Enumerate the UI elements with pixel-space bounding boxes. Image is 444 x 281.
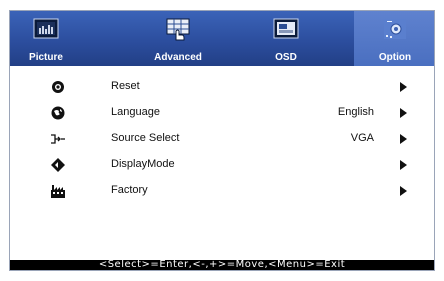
menu-item-source-select[interactable]: Source Select VGA (10, 126, 434, 152)
tab-advanced-label: Advanced (154, 52, 202, 63)
menu-item-reset[interactable]: Reset (10, 74, 434, 100)
chevron-right-icon (400, 82, 407, 92)
advanced-icon (166, 18, 190, 41)
tab-picture-label: Picture (29, 52, 63, 63)
menu-item-language[interactable]: Language English (10, 100, 434, 126)
chevron-right-icon (400, 108, 407, 118)
option-icon (384, 19, 406, 39)
tab-advanced[interactable]: Advanced (132, 11, 224, 66)
tab-bar: Picture Advanced OSD Option (10, 11, 434, 66)
display-mode-icon (51, 158, 65, 172)
menu-item-label: Language (111, 106, 160, 118)
tab-osd[interactable]: OSD (246, 11, 326, 66)
osd-window: Picture Advanced OSD Option Reset Langua… (9, 10, 435, 271)
chevron-right-icon (400, 160, 407, 170)
factory-icon (51, 185, 65, 198)
language-icon (51, 106, 65, 120)
tab-picture[interactable]: Picture (20, 11, 72, 66)
menu-item-factory[interactable]: Factory (10, 178, 434, 204)
menu-item-label: Reset (111, 80, 140, 92)
tab-option[interactable]: Option (354, 11, 434, 66)
menu-item-label: Factory (111, 184, 148, 196)
reset-icon (52, 81, 64, 93)
menu-item-value: VGA (350, 132, 374, 144)
source-icon (51, 134, 65, 144)
tab-osd-label: OSD (275, 52, 297, 63)
menu-item-label: Source Select (111, 132, 180, 144)
tab-option-label: Option (378, 52, 412, 63)
menu-item-label: DisplayMode (111, 158, 175, 170)
menu-item-value: English (337, 106, 374, 118)
menu-item-display-mode[interactable]: DisplayMode (10, 152, 434, 178)
chevron-right-icon (400, 134, 407, 144)
picture-icon (33, 18, 59, 39)
status-bar: <Select>=Enter,<-,+>=Move,<Menu>=Exit (10, 260, 434, 270)
osd-icon (273, 18, 299, 39)
chevron-right-icon (400, 186, 407, 196)
